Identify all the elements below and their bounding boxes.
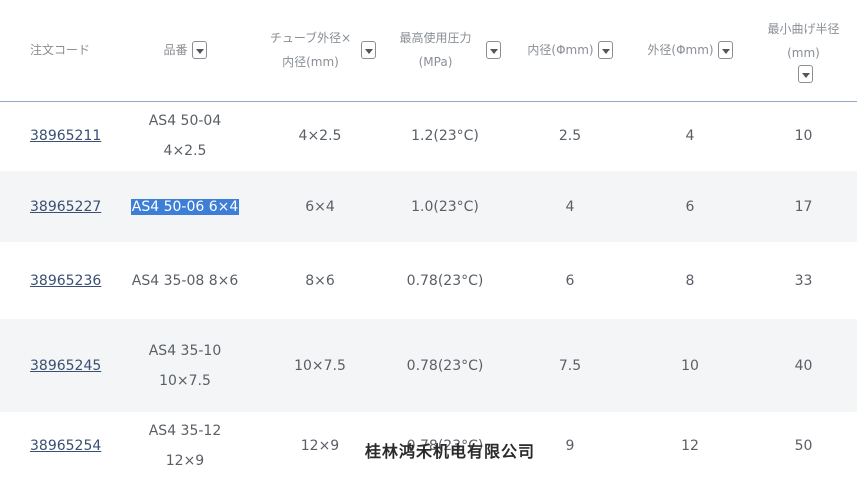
order-code-cell: 38965245: [0, 319, 110, 412]
part-number-cell: AS4 35-12 12×9: [110, 412, 260, 480]
inner-diameter-cell: 7.5: [558, 357, 582, 374]
bend-radius-cell: 17: [794, 198, 813, 215]
product-table: 注文コード 品番 チューブ外径×内径(mm) 最高使用圧力(MPa) 内径(Φm…: [0, 0, 857, 480]
outer-diameter-cell: 8: [685, 272, 695, 289]
tube-size-cell: 6×4: [305, 198, 335, 215]
max-pressure-cell: 0.78(23°C): [406, 357, 484, 374]
column-header-label: 最高使用圧力(MPa): [399, 31, 472, 70]
max-pressure-cell: 1.2(23°C): [411, 128, 479, 145]
filter-dropdown-icon[interactable]: [717, 41, 733, 60]
order-code-cell: 38965254: [0, 412, 110, 480]
filter-dropdown-icon[interactable]: [597, 41, 613, 60]
inner-diameter-cell: 6: [565, 272, 575, 289]
table-row: 38965211 AS4 50-04 4×2.5 4×2.5 1.2(23°C)…: [0, 101, 857, 171]
column-header-label: 内径(Φmm): [527, 43, 594, 58]
order-code-link[interactable]: 38965245: [30, 358, 101, 374]
part-number: AS4 35-12 12×9: [148, 423, 222, 469]
column-header-outer-diameter: 外径(Φmm): [630, 0, 750, 102]
filter-dropdown-icon[interactable]: [798, 65, 813, 84]
filter-dropdown-icon[interactable]: [191, 41, 207, 60]
outer-diameter-cell: 6: [685, 198, 695, 215]
watermark-text: 桂林鸿禾机电有限公司: [365, 442, 536, 461]
column-header-tube-size: チューブ外径×内径(mm): [260, 0, 380, 102]
bend-radius-cell: 10: [794, 128, 813, 145]
column-header-inner-diameter: 内径(Φmm): [510, 0, 630, 102]
order-code-link[interactable]: 38965211: [30, 128, 101, 144]
table-row: 38965227 AS4 50-06 6×4 6×4 1.0(23°C) 4 6…: [0, 171, 857, 242]
filter-dropdown-icon[interactable]: [360, 41, 376, 60]
max-pressure-cell: 1.0(23°C): [411, 198, 479, 215]
part-number-cell: AS4 50-04 4×2.5: [110, 101, 260, 171]
tube-size-cell: 4×2.5: [298, 128, 342, 145]
column-header-part-number: 品番: [110, 0, 260, 102]
order-code-cell: 38965236: [0, 242, 110, 319]
outer-diameter-cell: 4: [685, 128, 695, 145]
part-number: AS4 35-10 10×7.5: [148, 342, 222, 389]
column-header-label: チューブ外径×内径(mm): [269, 31, 352, 70]
outer-diameter-cell: 10: [681, 357, 699, 374]
inner-diameter-cell: 4: [565, 198, 575, 215]
outer-diameter-cell: 12: [681, 438, 699, 454]
table-header-row: 注文コード 品番 チューブ外径×内径(mm) 最高使用圧力(MPa) 内径(Φm…: [0, 0, 857, 102]
part-number-selected: AS4 50-06 6×4: [130, 198, 240, 215]
filter-dropdown-icon[interactable]: [485, 41, 501, 60]
order-code-cell: 38965211: [0, 101, 110, 171]
part-number-cell: AS4 35-10 10×7.5: [110, 319, 260, 412]
part-number: AS4 35-08 8×6: [131, 272, 239, 289]
tube-size-cell: 8×6: [305, 272, 335, 289]
order-code-cell: 38965227: [0, 171, 110, 242]
part-number-cell: AS4 35-08 8×6: [110, 242, 260, 319]
tube-size-cell: 10×7.5: [294, 357, 346, 374]
column-header-label: 最小曲げ半径(mm): [767, 22, 840, 61]
column-header-order-code: 注文コード: [0, 0, 110, 102]
order-code-link[interactable]: 38965254: [30, 438, 101, 454]
part-number: AS4 50-04 4×2.5: [148, 113, 222, 160]
order-code-link[interactable]: 38965227: [30, 199, 101, 215]
column-header-label: 品番: [163, 43, 188, 58]
column-header-max-pressure: 最高使用圧力(MPa): [380, 0, 510, 102]
bend-radius-cell: 33: [794, 272, 813, 289]
table-row: 38965236 AS4 35-08 8×6 8×6 0.78(23°C) 6 …: [0, 242, 857, 319]
max-pressure-cell: 0.78(23°C): [406, 272, 484, 289]
order-code-link[interactable]: 38965236: [30, 273, 101, 289]
column-header-bend-radius: 最小曲げ半径(mm): [750, 0, 857, 102]
bend-radius-cell: 40: [794, 357, 813, 374]
column-header-label: 外径(Φmm): [647, 43, 714, 58]
table-row: 38965245 AS4 35-10 10×7.5 10×7.5 0.78(23…: [0, 319, 857, 412]
tube-size-cell: 12×9: [300, 438, 340, 454]
part-number-cell: AS4 50-06 6×4: [110, 171, 260, 242]
bend-radius-cell: 50: [794, 438, 813, 454]
inner-diameter-cell: 2.5: [558, 128, 582, 145]
column-header-label: 注文コード: [30, 43, 91, 58]
